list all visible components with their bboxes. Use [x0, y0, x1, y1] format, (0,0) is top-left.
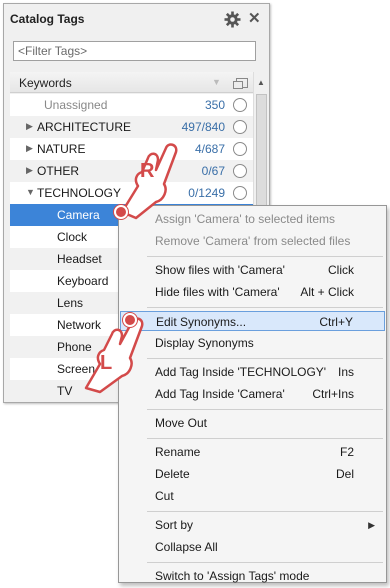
- tag-label: ARCHITECTURE: [37, 120, 132, 134]
- keywords-header: Keywords ▼: [10, 72, 253, 93]
- menu-item-shortcut: Ctrl+Y: [319, 315, 353, 329]
- menu-separator: [147, 562, 383, 563]
- menu-item-label: Switch to 'Assign Tags' mode: [155, 569, 310, 583]
- menu-item-label: Collapse All: [155, 540, 218, 554]
- gear-icon[interactable]: [224, 11, 241, 28]
- tag-count: 0/1249: [188, 186, 225, 200]
- tag-count: 0/67: [201, 164, 225, 178]
- menu-separator: [147, 256, 383, 257]
- tag-label: Lens: [57, 296, 84, 310]
- tag-assign-radio[interactable]: [233, 98, 247, 112]
- menu-item[interactable]: Switch to 'Assign Tags' mode: [120, 566, 385, 586]
- panel-titlebar: Catalog Tags ✕: [4, 4, 269, 34]
- tag-label: Headset: [57, 252, 102, 266]
- menu-item[interactable]: Display Synonyms: [120, 333, 385, 353]
- left-click-label: L: [100, 352, 113, 374]
- menu-item[interactable]: Rename F2: [120, 442, 385, 462]
- triangle-right-icon[interactable]: ▶: [26, 165, 33, 176]
- panel-title: Catalog Tags: [10, 12, 85, 26]
- close-icon[interactable]: ✕: [248, 9, 261, 27]
- right-click-label: R: [140, 160, 155, 182]
- menu-item-label: Move Out: [155, 416, 208, 430]
- menu-item-shortcut: Alt + Click: [300, 285, 354, 299]
- tag-assign-radio[interactable]: [233, 164, 247, 178]
- tag-count: 4/687: [194, 142, 225, 156]
- tag-row[interactable]: Unassigned 350: [10, 94, 253, 116]
- menu-item-label: Cut: [155, 489, 174, 503]
- submenu-arrow-icon: ▶: [368, 520, 375, 530]
- tag-label: TECHNOLOGY: [37, 186, 122, 200]
- right-click-dot: [114, 205, 128, 219]
- context-menu: Assign 'Camera' to selected items Remove …: [118, 205, 387, 583]
- menu-item-label: Edit Synonyms...: [156, 315, 247, 329]
- menu-item-shortcut: Click: [328, 263, 354, 277]
- menu-item[interactable]: Add Tag Inside 'TECHNOLOGY' Ins: [120, 362, 385, 382]
- menu-item[interactable]: Cut: [120, 486, 385, 506]
- tag-label: Camera: [57, 208, 100, 222]
- menu-separator: [147, 409, 383, 410]
- tag-label: OTHER: [37, 164, 79, 178]
- menu-item[interactable]: Collapse All: [120, 537, 385, 557]
- triangle-down-icon[interactable]: ▼: [26, 187, 35, 197]
- menu-item-label: Rename: [155, 445, 201, 459]
- menu-item[interactable]: Show files with 'Camera' Click: [120, 260, 385, 280]
- left-click-hand-icon: [78, 312, 150, 394]
- scroll-up-icon[interactable]: ▲: [257, 78, 265, 87]
- menu-separator: [147, 358, 383, 359]
- menu-item-shortcut: Del: [335, 467, 354, 481]
- menu-item-label: Sort by: [155, 518, 194, 532]
- tag-label: Clock: [57, 230, 88, 244]
- menu-item[interactable]: Add Tag Inside 'Camera' Ctrl+Ins: [120, 384, 385, 404]
- tag-assign-radio[interactable]: [233, 186, 247, 200]
- float-window-icon[interactable]: [233, 78, 248, 89]
- menu-item-label: Delete: [155, 467, 190, 481]
- menu-separator: [147, 438, 383, 439]
- menu-item-shortcut: F2: [339, 445, 354, 459]
- menu-item[interactable]: Remove 'Camera' from selected files: [120, 231, 385, 251]
- tag-row[interactable]: ▶ ARCHITECTURE 497/840: [10, 116, 253, 138]
- menu-item[interactable]: Move Out: [120, 413, 385, 433]
- menu-item-label: Add Tag Inside 'TECHNOLOGY': [155, 365, 327, 379]
- tag-count: 350: [204, 98, 225, 112]
- tag-label: TV: [57, 384, 73, 398]
- menu-item-label: Remove 'Camera' from selected files: [155, 234, 351, 248]
- menu-separator: [147, 307, 383, 308]
- tag-label: Keyboard: [57, 274, 109, 288]
- menu-item[interactable]: Edit Synonyms... Ctrl+Y: [120, 311, 385, 331]
- tag-assign-radio[interactable]: [233, 142, 247, 156]
- triangle-right-icon[interactable]: ▶: [26, 143, 33, 154]
- menu-item-label: Display Synonyms: [155, 336, 254, 350]
- tag-label: NATURE: [37, 142, 86, 156]
- menu-item[interactable]: Hide files with 'Camera' Alt + Click: [120, 282, 385, 302]
- filter-tags-input[interactable]: [13, 41, 256, 61]
- tag-count: 497/840: [181, 120, 225, 134]
- menu-separator: [147, 511, 383, 512]
- menu-item-shortcut: Ins: [337, 365, 354, 379]
- menu-item-label: Show files with 'Camera': [155, 263, 285, 277]
- tag-label: Unassigned: [44, 98, 108, 112]
- tag-assign-radio[interactable]: [233, 120, 247, 134]
- keywords-header-label: Keywords: [19, 76, 72, 90]
- menu-item-shortcut: Ctrl+Ins: [312, 387, 354, 401]
- triangle-right-icon[interactable]: ▶: [26, 121, 33, 132]
- sort-arrow-icon[interactable]: ▼: [212, 77, 221, 87]
- menu-item[interactable]: Delete Del: [120, 464, 385, 484]
- menu-item-label: Hide files with 'Camera': [155, 285, 280, 299]
- menu-item-label: Add Tag Inside 'Camera': [155, 387, 285, 401]
- menu-item[interactable]: Sort by ▶: [120, 515, 385, 535]
- left-click-dot: [123, 313, 137, 327]
